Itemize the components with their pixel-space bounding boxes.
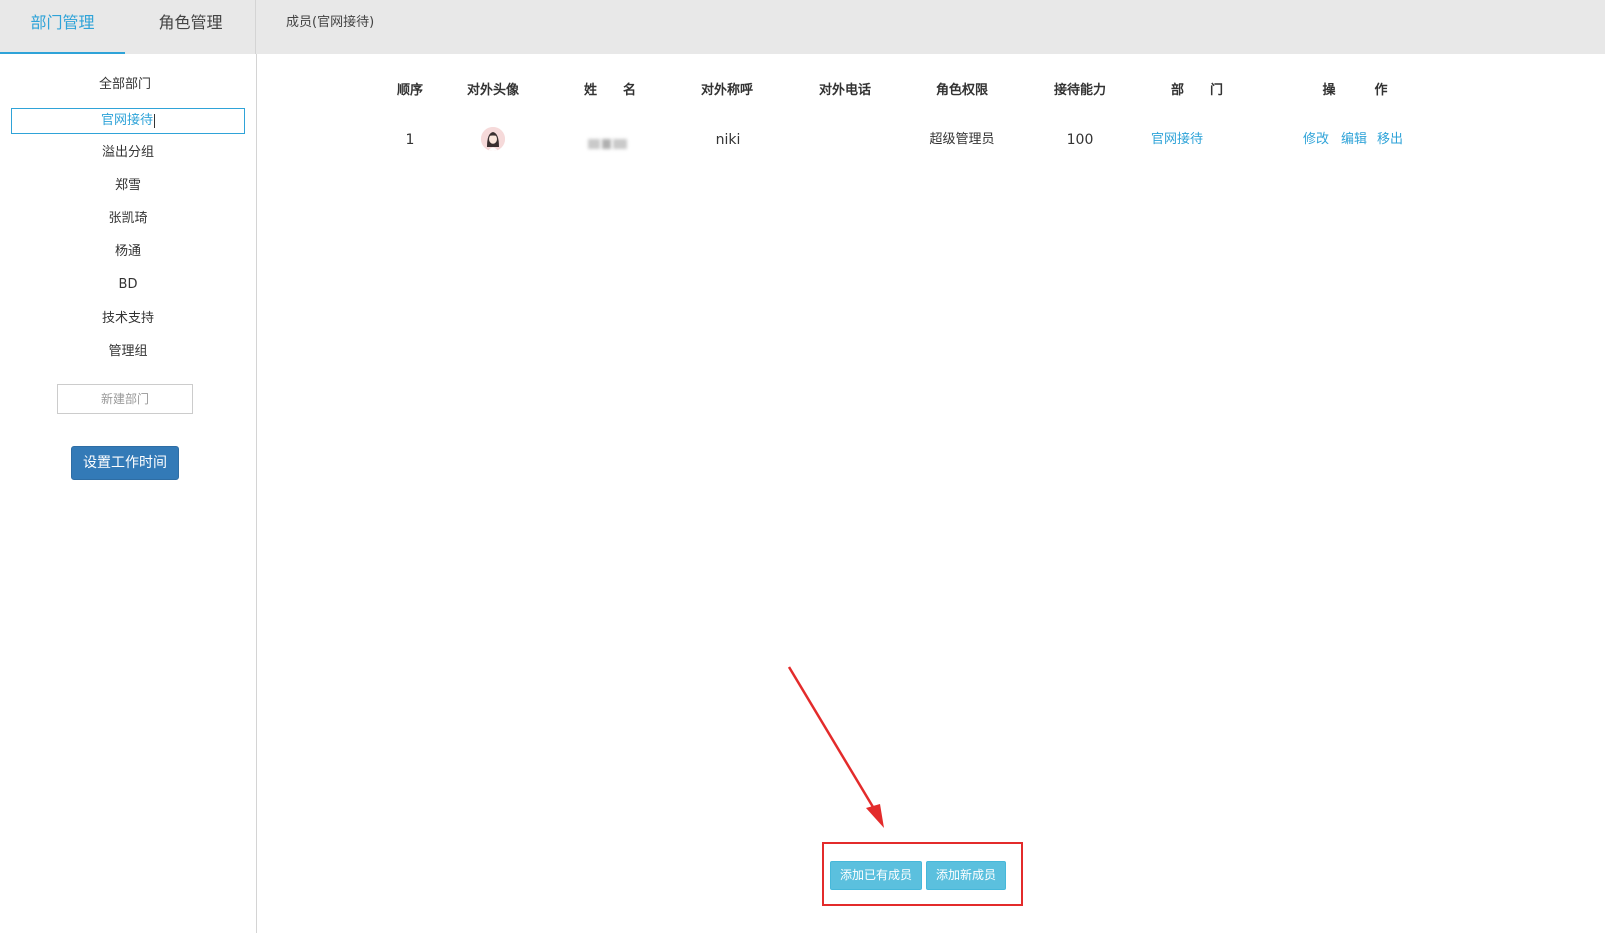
sidebar-item-department[interactable]: 技术支持 (0, 307, 256, 331)
add-new-member-button[interactable]: 添加新成员 (926, 861, 1006, 890)
female-avatar-icon (481, 127, 505, 151)
avatar (481, 127, 505, 151)
modify-link[interactable]: 修改 (1298, 130, 1334, 150)
sidebar-item-department[interactable]: BD (0, 273, 256, 297)
tab-role-management[interactable]: 角色管理 (125, 0, 256, 54)
cell-nickname: niki (715, 132, 741, 148)
cell-phone (814, 130, 876, 150)
sidebar-item-department-active[interactable]: 官网接待 (11, 108, 245, 134)
member-section-title: 成员(官网接待) (286, 15, 375, 30)
column-header-role: 角色权限 (935, 83, 988, 98)
column-header-department: 部 门 (1170, 83, 1223, 98)
column-header-capacity: 接待能力 (1053, 83, 1106, 98)
column-header-order: 顺序 (396, 83, 423, 98)
top-bar: 部门管理 角色管理 成员(官网接待) (0, 0, 1605, 54)
tab-department-management[interactable]: 部门管理 (0, 0, 125, 54)
add-existing-member-button[interactable]: 添加已有成员 (830, 861, 922, 890)
column-header-avatar: 对外头像 (466, 83, 519, 98)
sidebar-item-department[interactable]: 张凯琦 (0, 207, 256, 231)
set-work-time-button[interactable]: 设置工作时间 (71, 446, 179, 480)
sidebar-item-label: 官网接待 (100, 113, 153, 128)
top-tab-group: 部门管理 角色管理 (0, 0, 256, 54)
sidebar-item-department[interactable]: 杨通 (0, 240, 256, 264)
cell-order: 1 (405, 132, 415, 148)
cell-department-link[interactable]: 官网接待 (1140, 130, 1214, 150)
column-header-phone: 对外电话 (818, 83, 871, 98)
sidebar-item-department[interactable]: 郑雪 (0, 174, 256, 198)
column-header-name: 姓 名 (583, 83, 636, 98)
cell-capacity: 100 (1066, 132, 1094, 148)
department-sidebar: 全部部门 官网接待 溢出分组 郑雪 张凯琦 杨通 BD 技术支持 管理组 新建部… (0, 54, 257, 933)
column-header-nickname: 对外称呼 (700, 83, 753, 98)
sidebar-item-department[interactable]: 溢出分组 (0, 141, 256, 165)
cell-name-blurred (588, 134, 632, 149)
sidebar-item-all-departments[interactable]: 全部部门 (0, 73, 253, 97)
annotation-arrow-icon (787, 666, 884, 828)
edit-link[interactable]: 编辑 (1336, 130, 1372, 150)
text-cursor (154, 113, 155, 128)
new-department-input[interactable]: 新建部门 (57, 384, 193, 414)
column-header-operations: 操 作 (1322, 83, 1388, 98)
cell-role: 超级管理员 (929, 132, 995, 147)
sidebar-item-department[interactable]: 管理组 (0, 340, 256, 364)
remove-link[interactable]: 移出 (1372, 130, 1408, 150)
